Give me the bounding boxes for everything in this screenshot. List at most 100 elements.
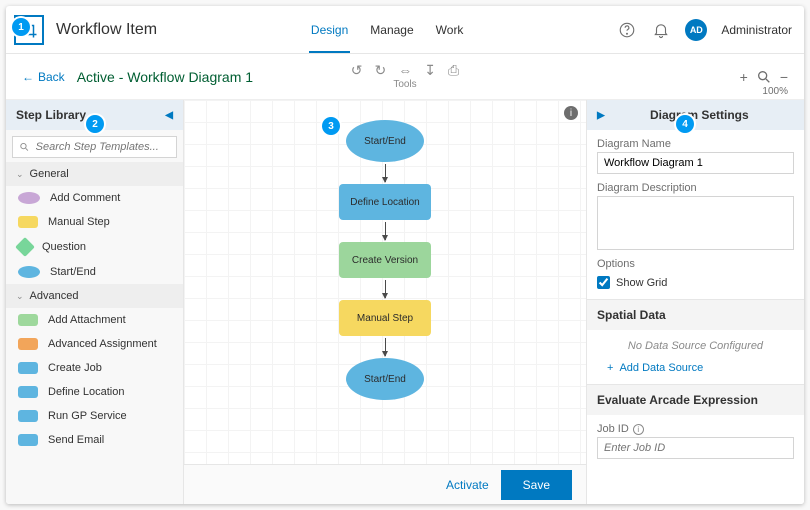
rect-icon — [18, 314, 38, 326]
zoom-percent: 100% — [762, 86, 788, 97]
flow-node[interactable]: Create Version — [339, 242, 431, 278]
diamond-icon — [15, 237, 35, 257]
info-icon[interactable]: i — [564, 106, 578, 120]
search-icon — [19, 141, 30, 153]
step-template[interactable]: Run GP Service — [6, 404, 183, 428]
fit-icon[interactable]: ⇔ — [398, 63, 412, 77]
redo-icon[interactable]: ↻ — [375, 63, 387, 77]
show-grid-label: Show Grid — [616, 277, 667, 289]
step-template[interactable]: Define Location — [6, 380, 183, 404]
diagram-desc-input[interactable] — [597, 196, 794, 250]
rect-icon — [18, 338, 38, 350]
rect-icon — [18, 434, 38, 446]
step-template-label: Question — [42, 241, 86, 253]
nav-work[interactable]: Work — [434, 7, 466, 53]
collapse-right-icon[interactable]: ◀ — [597, 110, 605, 121]
zoom-in-icon[interactable]: + — [740, 69, 748, 85]
ellipse-icon — [18, 266, 40, 278]
rect-icon — [18, 386, 38, 398]
step-template[interactable]: Send Email — [6, 428, 183, 452]
step-template[interactable]: Manual Step — [6, 210, 183, 234]
user-name[interactable]: Administrator — [721, 23, 792, 37]
group-general-header[interactable]: ⌄ General — [6, 162, 183, 186]
user-avatar[interactable]: AD — [685, 19, 707, 41]
step-template[interactable]: Add Attachment — [6, 308, 183, 332]
flow-node[interactable]: Start/End — [346, 358, 424, 400]
step-template-label: Create Job — [48, 362, 102, 374]
save-button[interactable]: Save — [501, 470, 572, 500]
show-grid-row[interactable]: Show Grid — [597, 276, 794, 289]
step-library-title: Step Library — [16, 108, 86, 122]
step-template[interactable]: Add Comment — [6, 186, 183, 210]
arcade-header: Evaluate Arcade Expression — [587, 384, 804, 415]
print-icon[interactable]: ⎙ — [448, 63, 459, 77]
step-template-label: Manual Step — [48, 216, 110, 228]
primary-nav: Design Manage Work — [157, 7, 617, 53]
diagram-name-input[interactable] — [597, 152, 794, 174]
undo-icon[interactable]: ↺ — [351, 63, 363, 77]
flow-arrow — [385, 280, 386, 298]
step-template[interactable]: Question — [6, 234, 183, 260]
group-general-label: General — [30, 168, 69, 180]
diagram-settings-panel: ◀ Diagram Settings Diagram Name Diagram … — [586, 100, 804, 504]
group-advanced-header[interactable]: ⌄ Advanced — [6, 284, 183, 308]
back-link[interactable]: ← Back — [22, 70, 65, 84]
diagram-name-label: Diagram Name — [597, 138, 794, 150]
step-template-label: Start/End — [50, 266, 96, 278]
rect-icon — [18, 216, 38, 228]
step-template-label: Advanced Assignment — [48, 338, 157, 350]
bell-icon[interactable] — [651, 20, 671, 40]
step-template-label: Add Comment — [50, 192, 120, 204]
sub-bar: ← Back Active - Workflow Diagram 1 ↺ ↻ ⇔… — [6, 54, 804, 100]
diagram-canvas[interactable]: i Start/End Define Location Create Version… — [184, 100, 586, 464]
group-advanced-list: Add Attachment Advanced Assignment Create … — [6, 308, 183, 452]
top-bar: Workflow Item Design Manage Work AD Admi… — [6, 6, 804, 54]
step-template[interactable]: Advanced Assignment — [6, 332, 183, 356]
nav-design[interactable]: Design — [309, 7, 350, 53]
canvas-wrap: i Start/End Define Location Create Version… — [184, 100, 586, 504]
step-search[interactable] — [12, 136, 177, 158]
help-icon[interactable] — [617, 20, 637, 40]
callout-4: 4 — [676, 115, 694, 133]
callout-2: 2 — [86, 115, 104, 133]
step-library-panel: Step Library ◀ ⌄ General Add Comment Manu… — [6, 100, 184, 504]
jobid-input[interactable] — [597, 437, 794, 459]
app-frame: Workflow Item Design Manage Work AD Admi… — [6, 6, 804, 504]
chevron-down-icon: ⌄ — [16, 291, 24, 302]
info-small-icon[interactable]: i — [633, 424, 644, 435]
add-data-source-link[interactable]: + Add Data Source — [587, 362, 804, 384]
ellipse-icon — [18, 192, 40, 204]
chevron-down-icon: ⌄ — [16, 169, 24, 180]
step-search-input[interactable] — [36, 141, 170, 153]
canvas-footer: Activate Save — [184, 464, 586, 504]
collapse-left-icon[interactable]: ◀ — [165, 110, 173, 121]
rect-icon — [18, 362, 38, 374]
step-template-label: Add Attachment — [48, 314, 126, 326]
callout-3: 3 — [322, 117, 340, 135]
step-template[interactable]: Create Job — [6, 356, 183, 380]
jobid-label-row: Job ID i — [597, 423, 794, 435]
workflow-flow: Start/End Define Location Create Version Ma… — [339, 120, 431, 400]
step-template-label: Run GP Service — [48, 410, 127, 422]
nav-manage[interactable]: Manage — [368, 7, 415, 53]
flow-node[interactable]: Manual Step — [339, 300, 431, 336]
diagram-desc-label: Diagram Description — [597, 182, 794, 194]
flow-node[interactable]: Define Location — [339, 184, 431, 220]
magnifier-icon[interactable] — [756, 69, 772, 85]
callout-1: 1 — [12, 18, 30, 36]
flow-arrow — [385, 164, 386, 182]
zoom-out-icon[interactable]: − — [780, 69, 788, 85]
flow-arrow — [385, 222, 386, 240]
diagram-settings-title: Diagram Settings — [650, 108, 749, 122]
zoom-controls: + − — [740, 69, 788, 85]
back-label: Back — [38, 70, 65, 84]
body: Step Library ◀ ⌄ General Add Comment Manu… — [6, 100, 804, 504]
step-template[interactable]: Start/End — [6, 260, 183, 284]
step-template-label: Send Email — [48, 434, 104, 446]
show-grid-checkbox[interactable] — [597, 276, 610, 289]
layout-icon[interactable]: ↧ — [424, 63, 436, 77]
options-label: Options — [597, 258, 794, 270]
app-title: Workflow Item — [56, 21, 157, 39]
flow-node[interactable]: Start/End — [346, 120, 424, 162]
activate-link[interactable]: Activate — [446, 478, 489, 492]
